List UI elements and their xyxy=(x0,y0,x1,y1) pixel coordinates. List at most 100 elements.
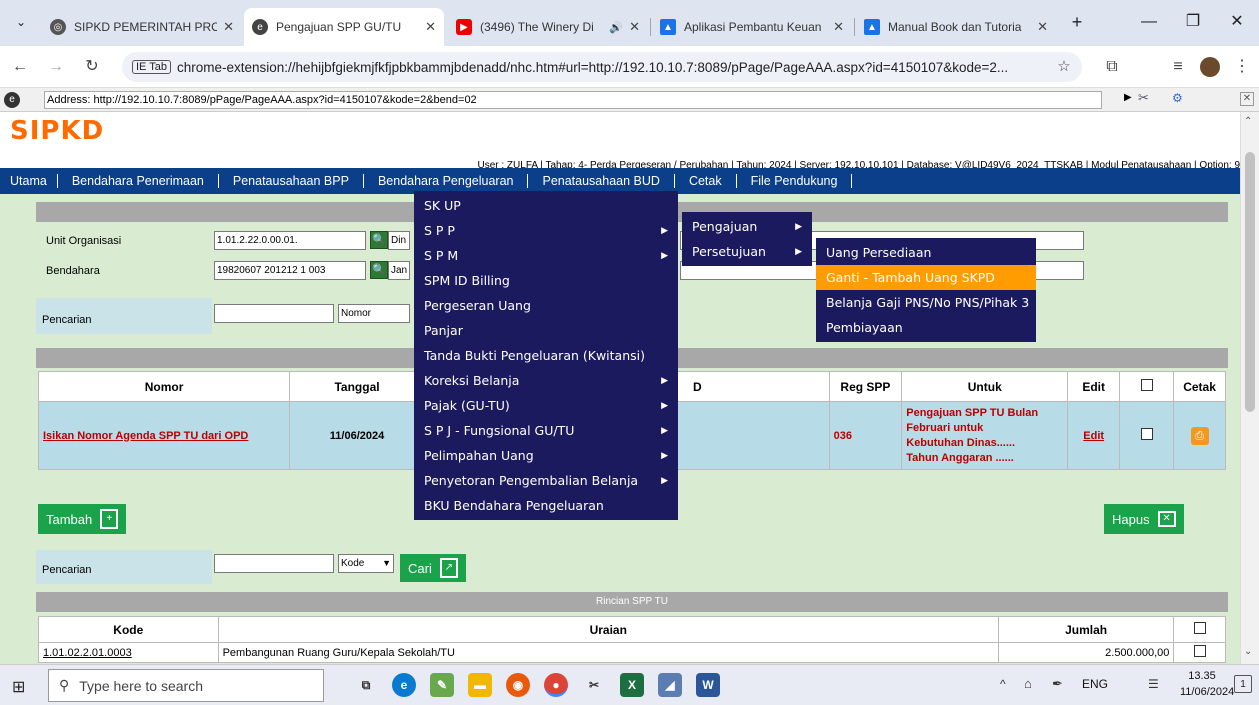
tambah-button[interactable]: Tambah + xyxy=(38,504,127,534)
tab-manual-book[interactable]: ▲ Manual Book dan Tutoria ✕ xyxy=(856,8,1056,46)
bendahara-code-field[interactable]: 19820607 201212 1 003 xyxy=(214,261,366,280)
delete-icon: ✕ xyxy=(1157,511,1176,527)
chrome-icon[interactable]: ● xyxy=(544,673,568,697)
new-tab-button[interactable]: + xyxy=(1062,10,1092,34)
tab-aplikasi[interactable]: ▲ Aplikasi Pembantu Keuan ✕ xyxy=(652,8,852,46)
taskbar-clock[interactable]: 13.35 11/06/2024 xyxy=(1180,668,1234,700)
hapus-button[interactable]: Hapus ✕ xyxy=(1104,504,1184,534)
excel-icon[interactable]: X xyxy=(620,673,644,697)
menu-item-persetujuan[interactable]: Persetujuan ▶ xyxy=(682,239,812,264)
search-icon[interactable]: 🔍 xyxy=(370,261,388,279)
kode-link[interactable]: 1.01.02.2.01.0003 xyxy=(38,642,219,663)
kode-select[interactable]: Kode ▼ xyxy=(338,554,394,573)
tab-youtube[interactable]: ▶ (3496) The Winery Di 🔊 ✕ xyxy=(448,8,648,46)
menu-bendahara-penerimaan[interactable]: Bendahara Penerimaan xyxy=(58,174,218,188)
reg-spp-cell: 036 xyxy=(828,401,903,470)
unit-name-field[interactable]: Din xyxy=(388,231,410,250)
menu-item-bku[interactable]: BKU Bendahara Pengeluaran xyxy=(414,493,678,518)
close-icon[interactable]: ✕ xyxy=(1037,19,1048,35)
profile-avatar[interactable] xyxy=(1198,55,1222,79)
menu-item-pergeseran-uang[interactable]: Pergeseran Uang xyxy=(414,293,678,318)
windows-start-icon[interactable]: ⊞ xyxy=(12,677,25,697)
menu-item-ganti-tambah-uang[interactable]: Ganti - Tambah Uang SKPD xyxy=(816,265,1036,290)
tab-pengajuan-spp[interactable]: e Pengajuan SPP GU/TU ✕ xyxy=(244,8,444,46)
unit-code-field[interactable]: 1.01.2.22.0.00.01. xyxy=(214,231,366,250)
menu-item-pembiayaan[interactable]: Pembiayaan xyxy=(816,315,1036,340)
menu-penatausahaan-bud[interactable]: Penatausahaan BUD xyxy=(528,174,673,188)
menu-bendahara-pengeluaran[interactable]: Bendahara Pengeluaran xyxy=(364,174,528,188)
language-indicator[interactable]: ENG xyxy=(1082,677,1108,691)
pencarian-input[interactable] xyxy=(214,304,334,323)
menu-item-kwitansi[interactable]: Tanda Bukti Pengeluaran (Kwitansi) xyxy=(414,343,678,368)
row-checkbox[interactable] xyxy=(1140,428,1153,440)
menu-file-pendukung[interactable]: File Pendukung xyxy=(737,174,852,188)
menu-item-pengajuan[interactable]: Pengajuan ▶ xyxy=(682,214,812,239)
pen-icon[interactable]: ✒ xyxy=(1052,676,1063,692)
window-close-button[interactable]: ✕ xyxy=(1222,10,1252,34)
word-icon[interactable]: W xyxy=(696,673,720,697)
pencarian2-input[interactable] xyxy=(214,554,334,573)
menu-item-pelimpahan-uang[interactable]: Pelimpahan Uang ▶ xyxy=(414,443,678,468)
reload-icon[interactable]: ↻ xyxy=(80,55,104,79)
menu-item-sk-up[interactable]: SK UP xyxy=(414,193,678,218)
menu-item-penyetoran[interactable]: Penyetoran Pengembalian Belanja ▶ xyxy=(414,468,678,493)
close-icon[interactable]: ✕ xyxy=(833,19,844,35)
close-icon[interactable]: ✕ xyxy=(1240,92,1254,106)
menu-item-pajak[interactable]: Pajak (GU-TU) ▶ xyxy=(414,393,678,418)
sipkd-logo: SIPKD xyxy=(10,116,105,146)
tab-sipkd[interactable]: ◎ SIPKD PEMERINTAH PRO ✕ xyxy=(42,8,242,46)
menu-item-belanja-gaji[interactable]: Belanja Gaji PNS/No PNS/Pihak 3 xyxy=(816,290,1036,315)
go-icon[interactable]: ▶ xyxy=(1124,92,1132,103)
taskbar-search-box[interactable]: ⚲ Type here to search xyxy=(48,669,324,702)
task-view-icon[interactable]: ⧉ xyxy=(354,673,378,697)
menu-item-panjar[interactable]: Panjar xyxy=(414,318,678,343)
bookmark-star-icon[interactable]: ☆ xyxy=(1052,55,1076,79)
print-icon[interactable]: ⎙ xyxy=(1190,426,1209,445)
tab-search-chevron-icon[interactable]: ⌄ xyxy=(6,10,36,34)
page-scrollbar[interactable]: ⌃ ⌄ xyxy=(1240,112,1259,664)
menu-item-uang-persediaan[interactable]: Uang Persediaan xyxy=(816,240,1036,265)
cari-button[interactable]: Cari ↗ xyxy=(400,554,466,582)
extensions-icon[interactable]: ⧉ xyxy=(1100,55,1124,79)
firefox-icon[interactable]: ◉ xyxy=(506,673,530,697)
close-icon[interactable]: ✕ xyxy=(425,19,436,35)
rincian-row-checkbox[interactable] xyxy=(1193,645,1206,657)
snipping-tool-icon[interactable]: ✂ xyxy=(582,673,606,697)
app-icon[interactable]: ✎ xyxy=(430,673,454,697)
bendahara-name-field[interactable]: Jan xyxy=(388,261,410,280)
notification-icon[interactable]: 1 xyxy=(1234,675,1252,693)
meet-icon[interactable]: ⌂ xyxy=(1024,676,1032,691)
file-explorer-icon[interactable]: ▬ xyxy=(468,673,492,697)
speaker-icon[interactable]: 🔊 xyxy=(609,21,623,34)
minimize-button[interactable]: — xyxy=(1134,10,1164,34)
edit-link[interactable]: Edit xyxy=(1083,430,1104,442)
edge-icon[interactable]: e xyxy=(392,673,416,697)
menu-item-koreksi-belanja[interactable]: Koreksi Belanja ▶ xyxy=(414,368,678,393)
pencarian-select[interactable]: Nomor xyxy=(338,304,410,323)
settings-icon[interactable]: ⚙ xyxy=(1172,91,1183,105)
menu-cetak[interactable]: Cetak xyxy=(675,174,736,188)
menu-item-spj[interactable]: S P J - Fungsional GU/TU ▶ xyxy=(414,418,678,443)
menu-item-spm-id-billing[interactable]: SPM ID Billing xyxy=(414,268,678,293)
restore-button[interactable]: ❐ xyxy=(1178,10,1208,34)
tools-icon[interactable]: ✂ xyxy=(1138,90,1149,106)
search-icon[interactable]: 🔍 xyxy=(370,231,388,249)
nomor-link[interactable]: Isikan Nomor Agenda SPP TU dari OPD xyxy=(43,430,248,442)
chevron-up-icon[interactable]: ^ xyxy=(1000,677,1006,691)
close-icon[interactable]: ✕ xyxy=(629,19,640,35)
back-arrow-icon[interactable]: ← xyxy=(8,55,32,79)
menu-utama[interactable]: Utama xyxy=(0,174,57,188)
ie-address-field[interactable]: Address: http://192.10.10.7:8089/pPage/P… xyxy=(44,91,1102,109)
forward-arrow-icon[interactable]: → xyxy=(44,55,68,79)
app-icon[interactable]: ◢ xyxy=(658,673,682,697)
more-menu-icon[interactable]: ⋮ xyxy=(1230,55,1254,79)
address-bar[interactable]: IE Tab chrome-extension://hehijbfgiekmjf… xyxy=(122,52,1082,82)
menu-item-spm[interactable]: S P M ▶ xyxy=(414,243,678,268)
rincian-select-all-checkbox[interactable] xyxy=(1193,622,1206,634)
close-icon[interactable]: ✕ xyxy=(223,19,234,35)
network-icon[interactable]: ☰ xyxy=(1148,677,1159,691)
menu-item-spp[interactable]: S P P ▶ xyxy=(414,218,678,243)
reading-list-icon[interactable]: ≡ xyxy=(1166,55,1190,79)
menu-penatausahaan-bpp[interactable]: Penatausahaan BPP xyxy=(219,174,363,188)
select-all-checkbox[interactable] xyxy=(1140,379,1153,391)
